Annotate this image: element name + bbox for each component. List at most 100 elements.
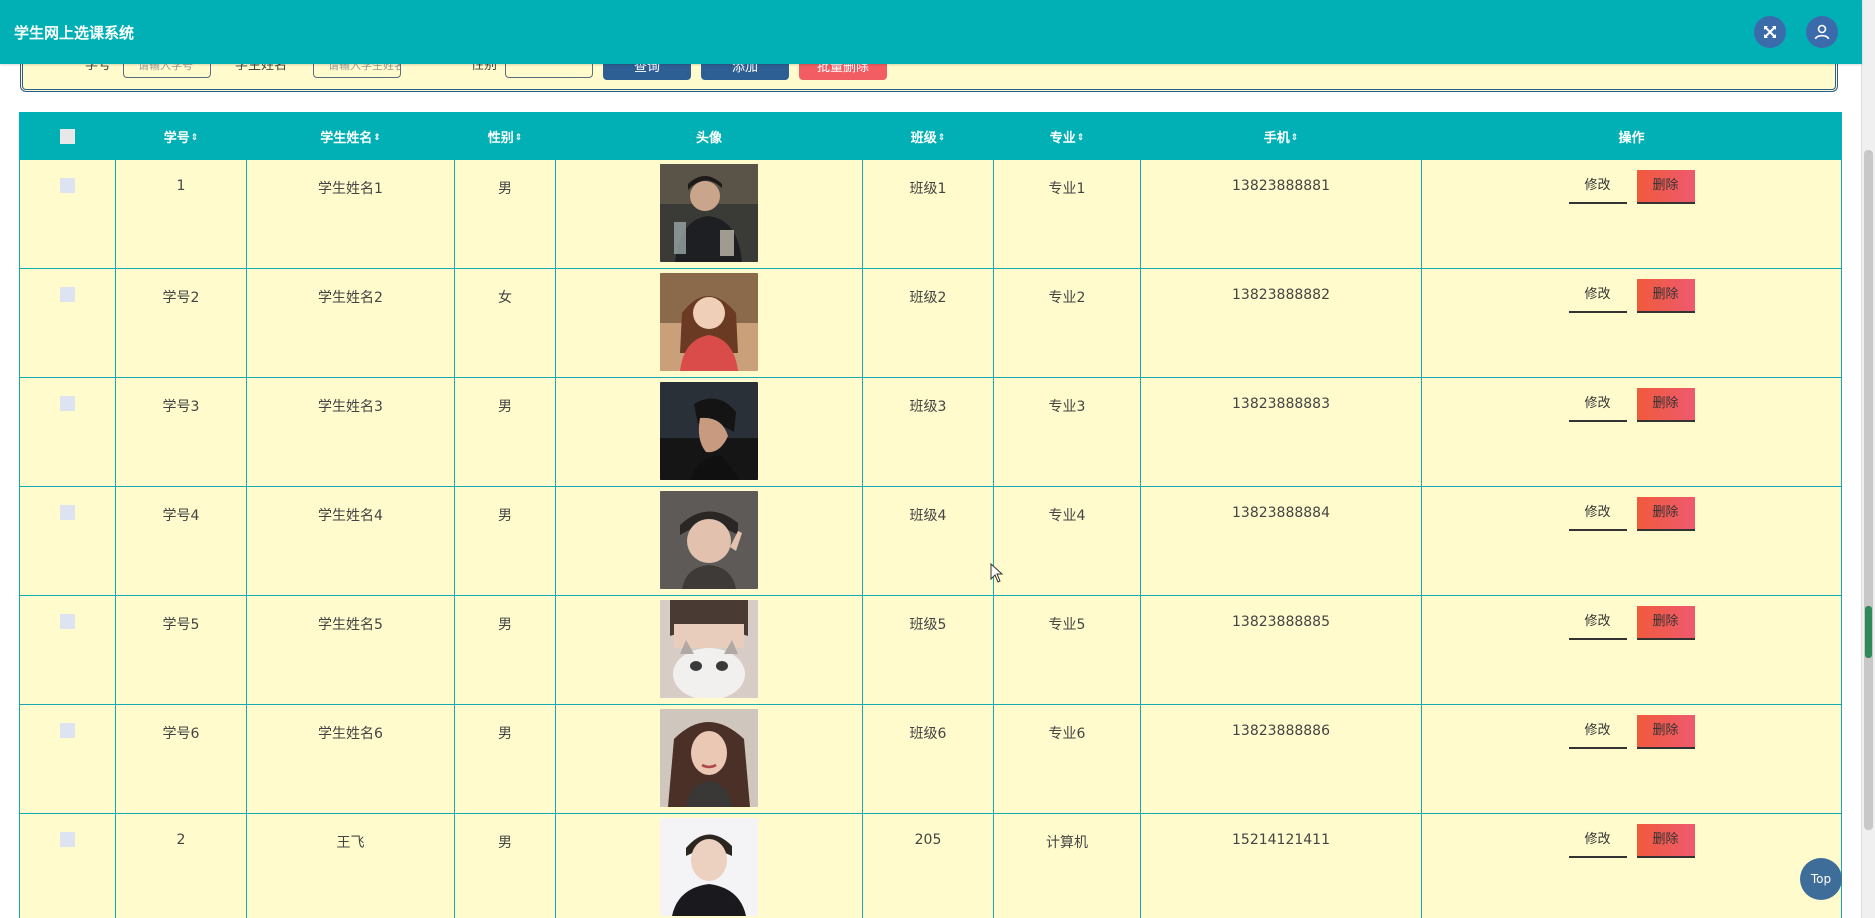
edit-button[interactable]: 修改 (1568, 170, 1627, 204)
header-actions (1754, 16, 1838, 48)
page: 学号 请输入学号 学生姓名 请输入学生姓名 性别 查询 添加 批量删除 学生网上… (0, 0, 1875, 918)
edit-button[interactable]: 修改 (1568, 388, 1627, 422)
expand-icon (1764, 26, 1776, 38)
phone: 13823888883 (1232, 396, 1330, 412)
phone-cell: 13823888882 (1140, 268, 1422, 378)
delete-button[interactable]: 删除 (1636, 388, 1695, 422)
row-actions: 修改 删除 (1422, 705, 1841, 749)
major: 专业2 (1048, 290, 1086, 306)
delete-button[interactable]: 删除 (1636, 606, 1695, 640)
column-label: 手机 (1263, 130, 1290, 146)
delete-button[interactable]: 删除 (1636, 715, 1695, 749)
row-checkbox[interactable] (60, 832, 75, 847)
edit-button[interactable]: 修改 (1568, 279, 1627, 313)
major: 计算机 (1046, 835, 1088, 851)
row-actions: 修改 删除 (1422, 160, 1841, 204)
row-checkbox[interactable] (60, 178, 75, 193)
delete-button[interactable]: 删除 (1636, 497, 1695, 531)
app-title: 学生网上选课系统 (14, 23, 135, 42)
column-header-student-id[interactable]: 学号⇕ (115, 112, 247, 160)
student-name-cell: 学生姓名4 (246, 486, 455, 596)
gender-cell: 男 (454, 159, 556, 269)
student-name: 学生姓名5 (318, 617, 383, 633)
student-name-cell: 学生姓名5 (246, 595, 455, 705)
avatar-cell (555, 595, 863, 705)
phone: 13823888881 (1232, 178, 1330, 194)
avatar-cell (555, 377, 863, 487)
student-id: 学号6 (162, 726, 200, 742)
edit-button[interactable]: 修改 (1568, 606, 1627, 640)
student-id: 学号5 (162, 617, 200, 633)
row-checkbox[interactable] (60, 396, 75, 411)
row-checkbox[interactable] (60, 614, 75, 629)
phone-cell: 13823888884 (1140, 486, 1422, 596)
phone-cell: 13823888883 (1140, 377, 1422, 487)
column-header-student-name[interactable]: 学生姓名⇕ (246, 112, 455, 160)
delete-button[interactable]: 删除 (1636, 824, 1695, 858)
edit-button[interactable]: 修改 (1568, 497, 1627, 531)
fullscreen-button[interactable] (1754, 16, 1786, 48)
gender-cell: 男 (454, 486, 556, 596)
class-cell: 班级2 (862, 268, 994, 378)
sort-icon[interactable]: ⇕ (515, 133, 523, 143)
column-header-major[interactable]: 专业⇕ (993, 112, 1141, 160)
select-all-checkbox[interactable] (60, 128, 75, 144)
sort-icon[interactable]: ⇕ (191, 133, 199, 143)
gender: 男 (498, 399, 512, 415)
major-cell: 专业6 (993, 704, 1141, 814)
gender: 男 (498, 726, 512, 742)
avatar-image (660, 491, 758, 589)
student-id: 学号2 (162, 290, 200, 306)
class-cell: 班级4 (862, 486, 994, 596)
avatar-cell (555, 813, 863, 918)
user-button[interactable] (1806, 16, 1838, 48)
student-id-cell: 学号3 (115, 377, 247, 487)
row-checkbox[interactable] (60, 505, 75, 520)
column-header-gender[interactable]: 性别⇕ (454, 112, 556, 160)
gender: 男 (498, 835, 512, 851)
avatar-cell (555, 704, 863, 814)
sort-icon[interactable]: ⇕ (1291, 133, 1299, 143)
user-icon (1814, 24, 1830, 40)
delete-button[interactable]: 删除 (1636, 279, 1695, 313)
column-header-avatar: 头像 (555, 112, 863, 160)
scrollbar-thumb[interactable] (1864, 150, 1873, 830)
student-name-cell: 学生姓名3 (246, 377, 455, 487)
delete-button[interactable]: 删除 (1636, 170, 1695, 204)
sort-icon[interactable]: ⇕ (938, 133, 946, 143)
class: 班级3 (909, 399, 947, 415)
sort-icon[interactable]: ⇕ (1077, 133, 1085, 143)
major: 专业3 (1048, 399, 1086, 415)
student-name: 学生姓名6 (318, 726, 383, 742)
phone: 13823888882 (1232, 287, 1330, 303)
back-to-top-button[interactable]: Top (1800, 858, 1842, 900)
column-header-phone[interactable]: 手机⇕ (1140, 112, 1422, 160)
sort-icon[interactable]: ⇕ (373, 133, 381, 143)
student-id-cell: 2 (115, 813, 247, 918)
student-name-cell: 学生姓名2 (246, 268, 455, 378)
column-label: 学号 (163, 130, 190, 146)
table-row: 学号5 学生姓名5 男 班级5 专业5 13823888885 修改 删除 (19, 595, 1842, 705)
phone: 15214121411 (1232, 832, 1330, 848)
major-cell: 专业2 (993, 268, 1141, 378)
avatar-cell (555, 268, 863, 378)
column-header-class[interactable]: 班级⇕ (862, 112, 994, 160)
phone: 13823888884 (1232, 505, 1330, 521)
edit-button[interactable]: 修改 (1568, 715, 1627, 749)
gender-cell: 男 (454, 595, 556, 705)
edit-button[interactable]: 修改 (1568, 824, 1627, 858)
class-cell: 205 (862, 813, 994, 918)
class: 班级5 (909, 617, 947, 633)
major: 专业6 (1048, 726, 1086, 742)
row-checkbox[interactable] (60, 287, 75, 302)
column-label: 头像 (695, 130, 722, 146)
student-table-wrapper: 学号⇕ 学生姓名⇕ 性别⇕ 头像 班级⇕ 专业⇕ 手机⇕ 操作 1 学生姓名1 … (19, 112, 1842, 918)
avatar-image (660, 164, 758, 262)
major-cell: 专业3 (993, 377, 1141, 487)
phone-cell: 15214121411 (1140, 813, 1422, 918)
vertical-scrollbar[interactable] (1861, 0, 1875, 918)
avatar-cell (555, 486, 863, 596)
major: 专业5 (1048, 617, 1086, 633)
table-row: 学号4 学生姓名4 男 班级4 专业4 13823888884 修改 删除 (19, 486, 1842, 596)
row-checkbox[interactable] (60, 723, 75, 738)
